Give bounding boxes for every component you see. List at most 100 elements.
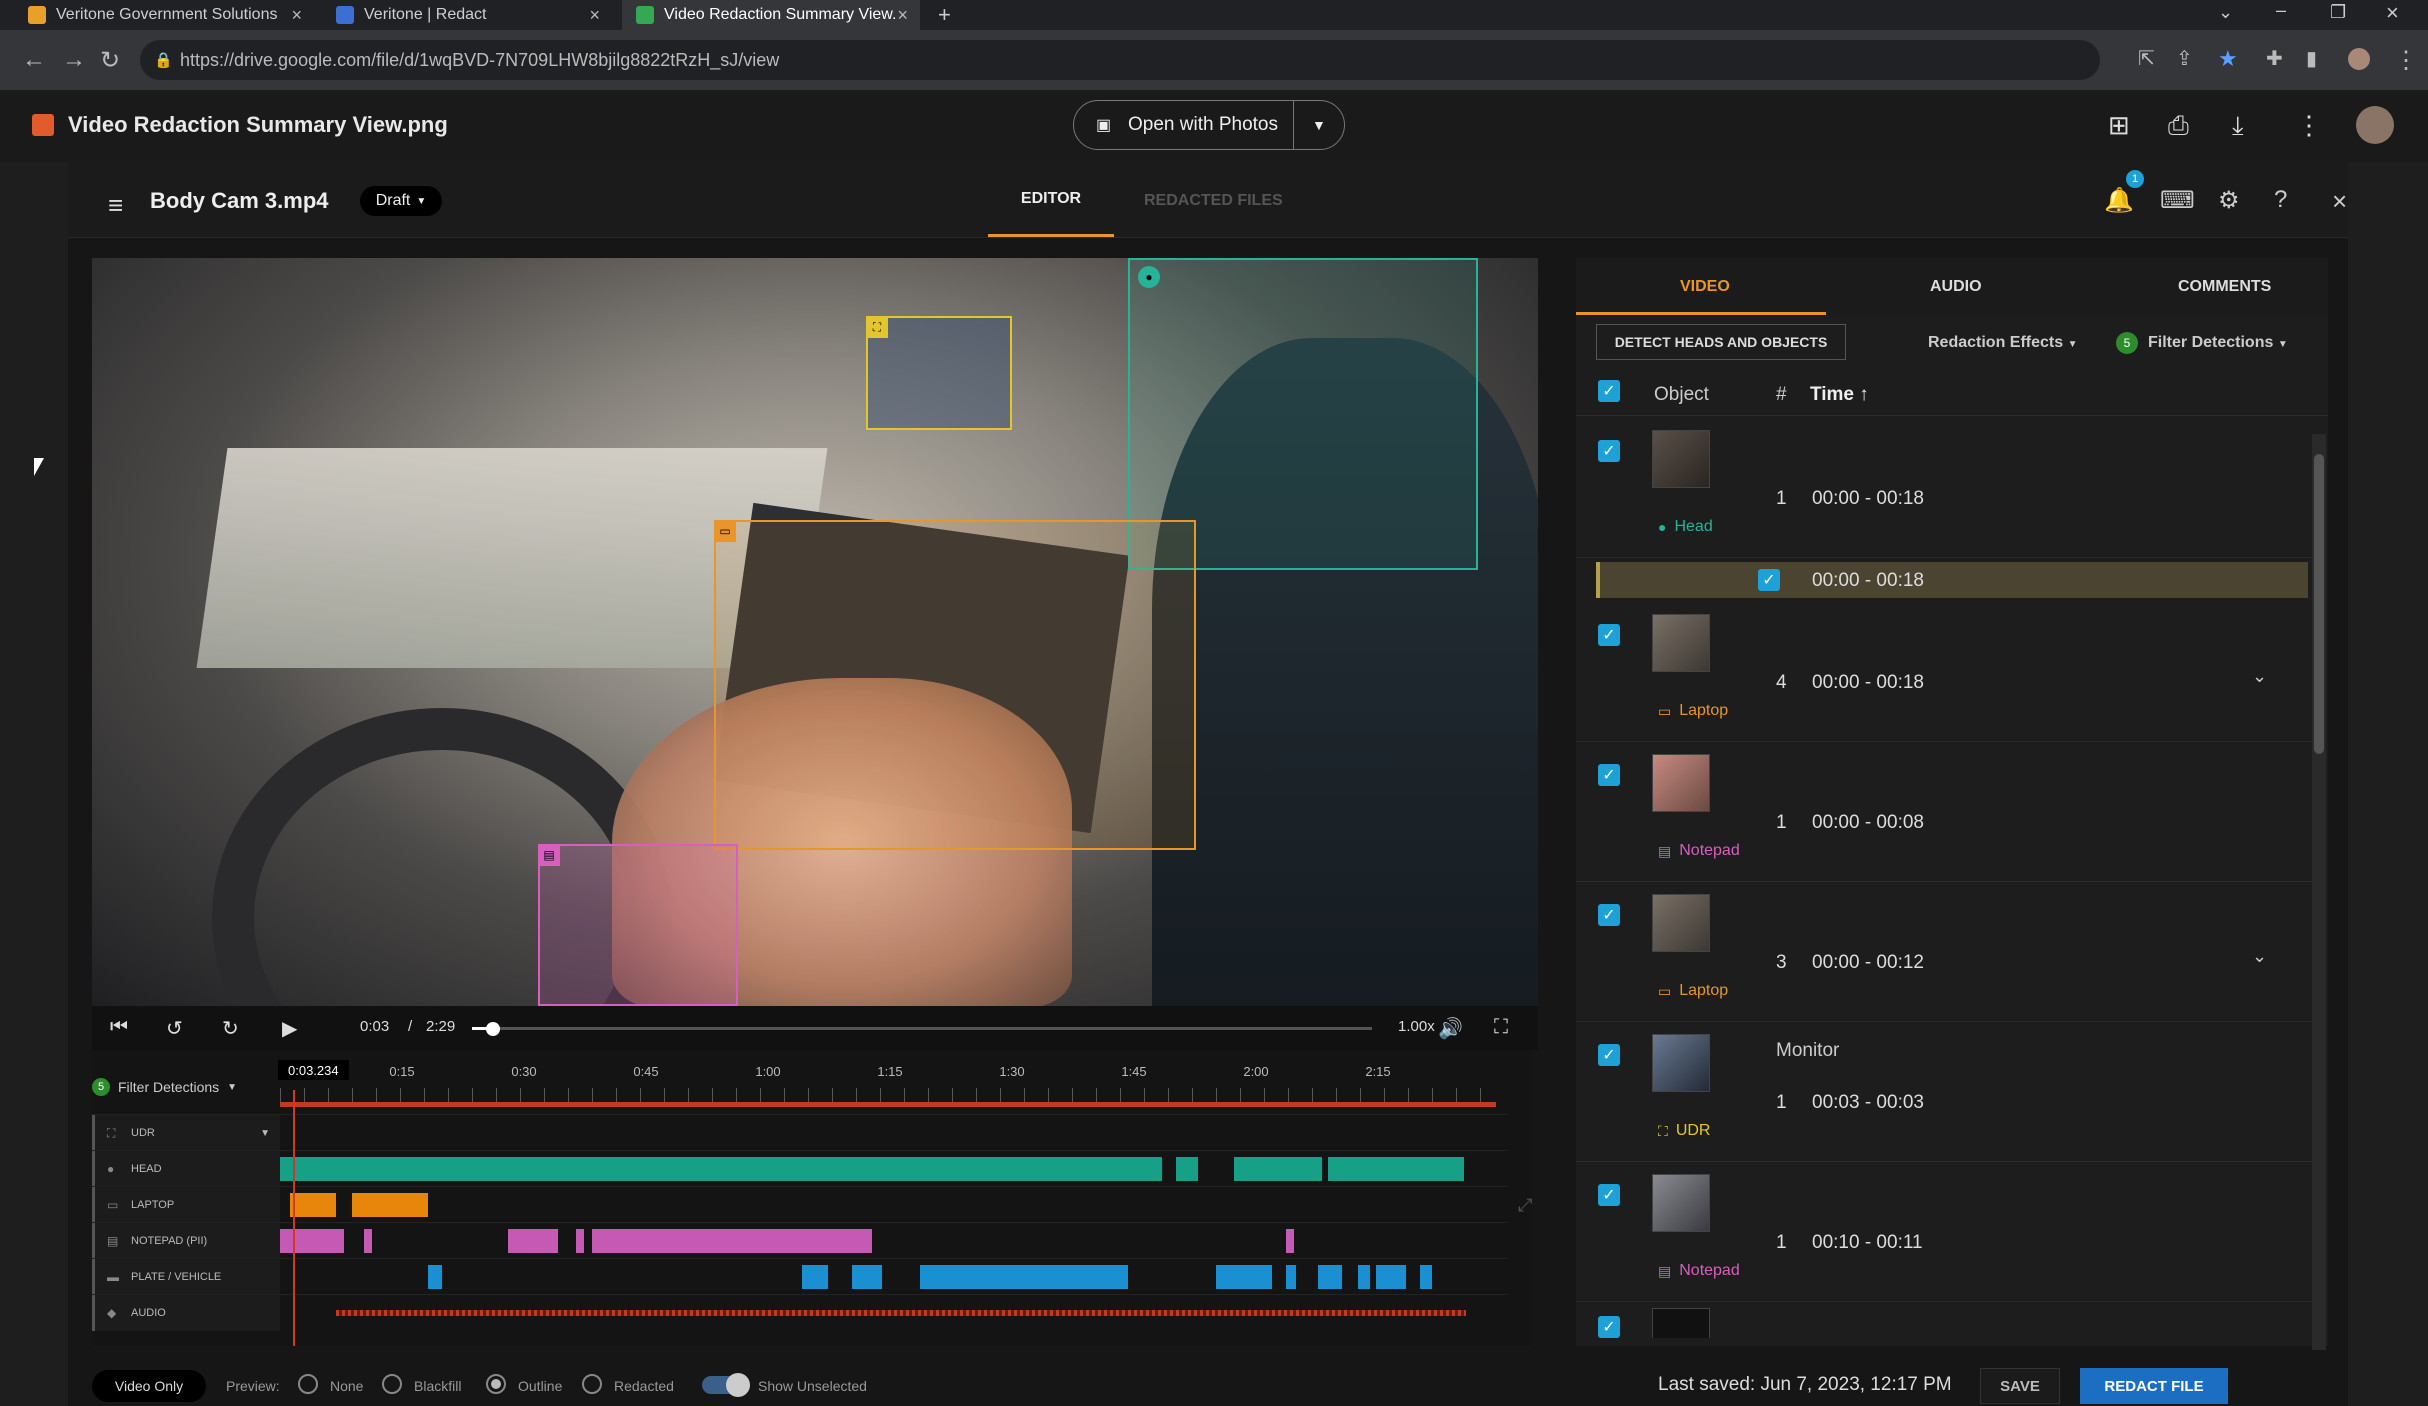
detection-box-laptop[interactable]: ▭ [714,520,1196,850]
show-unselected-toggle[interactable] [702,1373,750,1397]
close-icon[interactable]: × [2332,186,2347,217]
sub-checkbox[interactable]: ✓ [1758,569,1780,591]
close-icon[interactable]: × [589,5,600,26]
plate-segment[interactable] [428,1265,442,1289]
track-laptop[interactable]: ▭ LAPTOP ⤢ [92,1186,1532,1223]
keyboard-icon[interactable]: ⌨ [2160,186,2195,215]
select-all-checkbox[interactable]: ✓ [1598,380,1620,402]
radio-redacted[interactable] [582,1374,602,1394]
browser-tab-veritone-gov[interactable]: Veritone Government Solutions × [14,0,314,30]
notepad-segment[interactable] [508,1229,558,1253]
extensions-icon[interactable]: ✚ [2266,46,2283,71]
url-field[interactable]: 🔒 https://drive.google.com/file/d/1wqBVD… [140,40,2100,80]
more-icon[interactable]: ⋮ [2394,46,2418,75]
list-item[interactable]: ✓ ⛶ UDR Monitor 1 00:03 - 00:03 [1576,1022,2316,1162]
row-checkbox[interactable]: ✓ [1598,764,1620,786]
plate-segment[interactable] [802,1265,828,1289]
status-dropdown[interactable]: Draft ▼ [360,186,442,216]
close-window-icon[interactable]: × [2386,0,2399,26]
chevron-down-icon[interactable]: ⌄ [2252,666,2267,687]
notepad-segment[interactable] [576,1229,584,1253]
play-icon[interactable]: ▶ [282,1016,297,1041]
open-with-button[interactable]: ▣ Open with Photos ▼ [1073,100,1345,150]
udr-name[interactable]: Monitor [1776,1040,1839,1062]
chevron-down-icon[interactable]: ▼ [1294,117,1326,133]
row-checkbox[interactable]: ✓ [1598,1044,1620,1066]
row-checkbox[interactable]: ✓ [1598,1316,1620,1338]
head-segment[interactable] [1328,1157,1464,1181]
list-item[interactable]: ✓ ▭ Laptop 3 00:00 - 00:12 ⌄ [1576,882,2316,1022]
tab-redacted-files[interactable]: REDACTED FILES [1144,192,1283,210]
detection-box-udr[interactable]: ⛶ [866,316,1012,430]
chevron-down-icon[interactable]: ▼ [260,1128,270,1139]
tab-video[interactable]: VIDEO [1680,278,1730,296]
track-notepad[interactable]: ▤ NOTEPAD (PII) [92,1222,1508,1259]
video-only-toggle[interactable]: Video Only [92,1370,206,1402]
scrollbar-thumb[interactable] [2314,454,2324,754]
plate-segment[interactable] [920,1265,1128,1289]
save-button[interactable]: SAVE [1980,1368,2060,1404]
forward-icon[interactable]: ↻ [222,1016,239,1041]
share-icon[interactable]: ⇪ [2176,46,2193,71]
detection-box-notepad[interactable]: ▤ [538,844,738,1006]
plate-segment[interactable] [1376,1265,1406,1289]
plate-segment[interactable] [1420,1265,1432,1289]
skip-start-icon[interactable]: ⏮ [110,1016,128,1039]
audio-waveform[interactable] [336,1310,1466,1316]
tab-comments[interactable]: COMMENTS [2178,278,2271,296]
list-item[interactable]: ✓ [1576,1302,2316,1338]
sub-detection-row[interactable]: ✓ 00:00 - 00:18 [1596,562,2308,598]
plate-segment[interactable] [1318,1265,1342,1289]
column-time[interactable]: Time ↑ [1810,384,1869,406]
forward-icon[interactable]: → [62,46,86,74]
track-audio[interactable]: ◆ AUDIO [92,1294,1508,1331]
star-icon[interactable]: ★ [2218,46,2238,72]
radio-blackfill[interactable] [382,1374,402,1394]
notepad-segment[interactable] [592,1229,872,1253]
track-udr[interactable]: ⛶ UDR ▼ [92,1114,1508,1151]
list-item[interactable]: ✓ ● Head 1 00:00 - 00:18 [1576,418,2316,558]
profile-avatar[interactable] [2348,48,2370,70]
radio-outline[interactable] [486,1374,506,1394]
list-item[interactable]: ✓ ▤ Notepad 1 00:00 - 00:08 [1576,742,2316,882]
browser-tab-summary[interactable]: Video Redaction Summary View. × [622,0,920,30]
head-segment[interactable] [1176,1157,1198,1181]
detect-heads-objects-button[interactable]: DETECT HEADS AND OBJECTS [1596,324,1846,360]
help-icon[interactable]: ? [2274,186,2287,214]
more-options-icon[interactable]: ⋮ [2296,110,2322,141]
open-external-icon[interactable]: ⇱ [2138,46,2155,71]
tab-editor[interactable]: EDITOR [988,190,1114,208]
plate-segment[interactable] [1358,1265,1370,1289]
tab-audio[interactable]: AUDIO [1930,278,1982,296]
laptop-segment[interactable] [290,1193,336,1217]
list-item[interactable]: ✓ ▭ Laptop 4 00:00 - 00:18 ⌄ [1576,602,2316,742]
filter-detections-dropdown[interactable]: Filter Detections ▼ [2148,334,2288,352]
gear-icon[interactable]: ⚙ [2218,186,2240,215]
radio-none[interactable] [298,1374,318,1394]
column-object[interactable]: Object [1654,384,1709,406]
account-avatar[interactable] [2356,106,2394,144]
track-plate[interactable]: ▬ PLATE / VEHICLE [92,1258,1508,1295]
list-scrollbar[interactable] [2312,434,2326,1350]
back-icon[interactable]: ← [22,46,46,74]
new-tab-icon[interactable]: + [938,2,951,28]
minimize-icon[interactable]: – [2276,0,2286,21]
rewind-icon[interactable]: ↺ [166,1016,183,1041]
print-icon[interactable]: ⎙ [2168,110,2189,142]
row-checkbox[interactable]: ✓ [1598,440,1620,462]
menu-icon[interactable]: ≡ [108,190,123,221]
timeline-filter-detections[interactable]: 5 Filter Detections ▼ [92,1078,237,1096]
track-head[interactable]: ● HEAD [92,1150,1508,1187]
download-icon[interactable]: ⤓ [2232,110,2244,142]
playback-speed[interactable]: 1.00x [1398,1018,1435,1035]
redaction-effects-dropdown[interactable]: Redaction Effects ▼ [1928,334,2078,352]
notepad-segment[interactable] [280,1229,344,1253]
laptop-segment[interactable] [352,1193,428,1217]
maximize-icon[interactable]: ❐ [2330,2,2346,23]
playhead[interactable] [293,1090,295,1346]
bell-icon[interactable]: 🔔 [2104,186,2134,215]
row-checkbox[interactable]: ✓ [1598,904,1620,926]
add-comment-icon[interactable]: ⊞ [2108,110,2130,141]
plate-segment[interactable] [1286,1265,1296,1289]
volume-icon[interactable]: 🔊 [1438,1016,1463,1041]
